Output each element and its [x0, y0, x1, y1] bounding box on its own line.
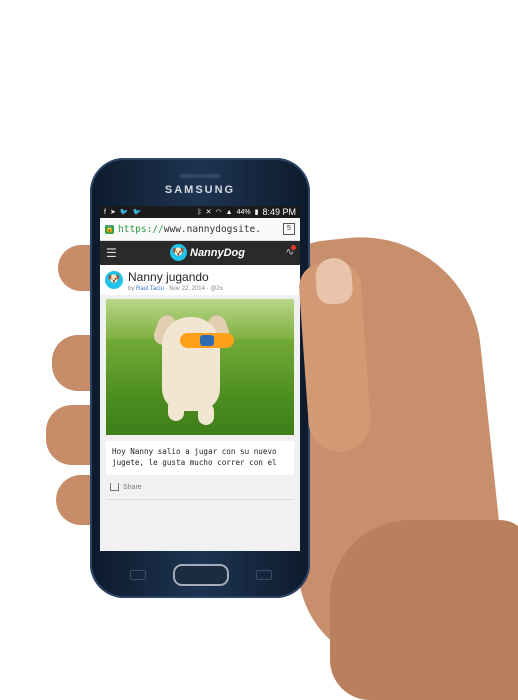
battery-level: 44% [236, 208, 251, 216]
smartphone: SAMSUNG f ➤ 🐦 🐦 ᛒ ✕ ◠ ▲ 44% ▮ 8:49 PM 🔒 … [90, 158, 310, 598]
lock-icon: 🔒 [105, 224, 114, 234]
notification-badge [291, 245, 296, 250]
meta-prefix: by [128, 286, 135, 292]
send-icon: ➤ [109, 209, 116, 216]
status-bar: f ➤ 🐦 🐦 ᛒ ✕ ◠ ▲ 44% ▮ 8:49 PM [100, 206, 300, 218]
share-button[interactable]: Share [106, 475, 294, 500]
post-header: 🐶 Nanny jugando by Raul Taciu · Nov 22, … [100, 265, 300, 295]
share-icon [110, 483, 119, 491]
dog-logo-icon: 🐶 [170, 244, 187, 261]
recent-apps-button[interactable] [130, 570, 146, 580]
url-scheme: https:// [118, 223, 164, 235]
author-avatar[interactable]: 🐶 [105, 271, 123, 289]
app-header: ☰ 🐶 NannyDog ∿ [100, 241, 300, 265]
url-text[interactable]: https://www.nannydogsite. [118, 224, 279, 235]
signal-icon: ▲ [225, 208, 233, 216]
site-logo[interactable]: 🐶 NannyDog [170, 244, 245, 261]
battery-icon: ▮ [254, 209, 259, 216]
post-meta: by Raul Taciu · Nov 22, 2014 · @2x [128, 286, 223, 292]
device-brand: SAMSUNG [164, 184, 236, 196]
clock: 8:49 PM [262, 207, 296, 217]
tab-switcher-button[interactable]: 5 [283, 223, 295, 235]
post-body: Hoy Nanny salio a jugar con su nuevo jug… [106, 441, 294, 475]
bluetooth-icon: ᛒ [197, 208, 202, 216]
post-photo-puppy[interactable] [106, 299, 294, 435]
hand-wrist [330, 520, 518, 700]
hamburger-menu-icon[interactable]: ☰ [106, 246, 117, 260]
post-extra: @2x [210, 286, 223, 292]
share-label: Share [123, 483, 142, 491]
phone-screen: f ➤ 🐦 🐦 ᛒ ✕ ◠ ▲ 44% ▮ 8:49 PM 🔒 https://… [100, 206, 300, 551]
home-button[interactable] [173, 564, 229, 586]
mute-icon: ✕ [205, 209, 212, 216]
twitter-icon: 🐦 [119, 209, 129, 216]
browser-address-bar[interactable]: 🔒 https://www.nannydogsite. 5 [100, 218, 300, 241]
thumbnail [314, 256, 354, 306]
url-host: www.nannydogsite. [163, 223, 261, 235]
back-button[interactable] [256, 570, 272, 580]
earpiece [180, 174, 220, 178]
wifi-icon: ◠ [215, 209, 222, 216]
twitter-icon-2: 🐦 [132, 209, 142, 216]
post-date: Nov 22, 2014 [169, 286, 205, 292]
facebook-icon: f [104, 208, 106, 216]
author-link[interactable]: Raul Taciu [136, 286, 164, 292]
logo-text: NannyDog [190, 246, 245, 259]
post-title[interactable]: Nanny jugando [128, 270, 223, 284]
